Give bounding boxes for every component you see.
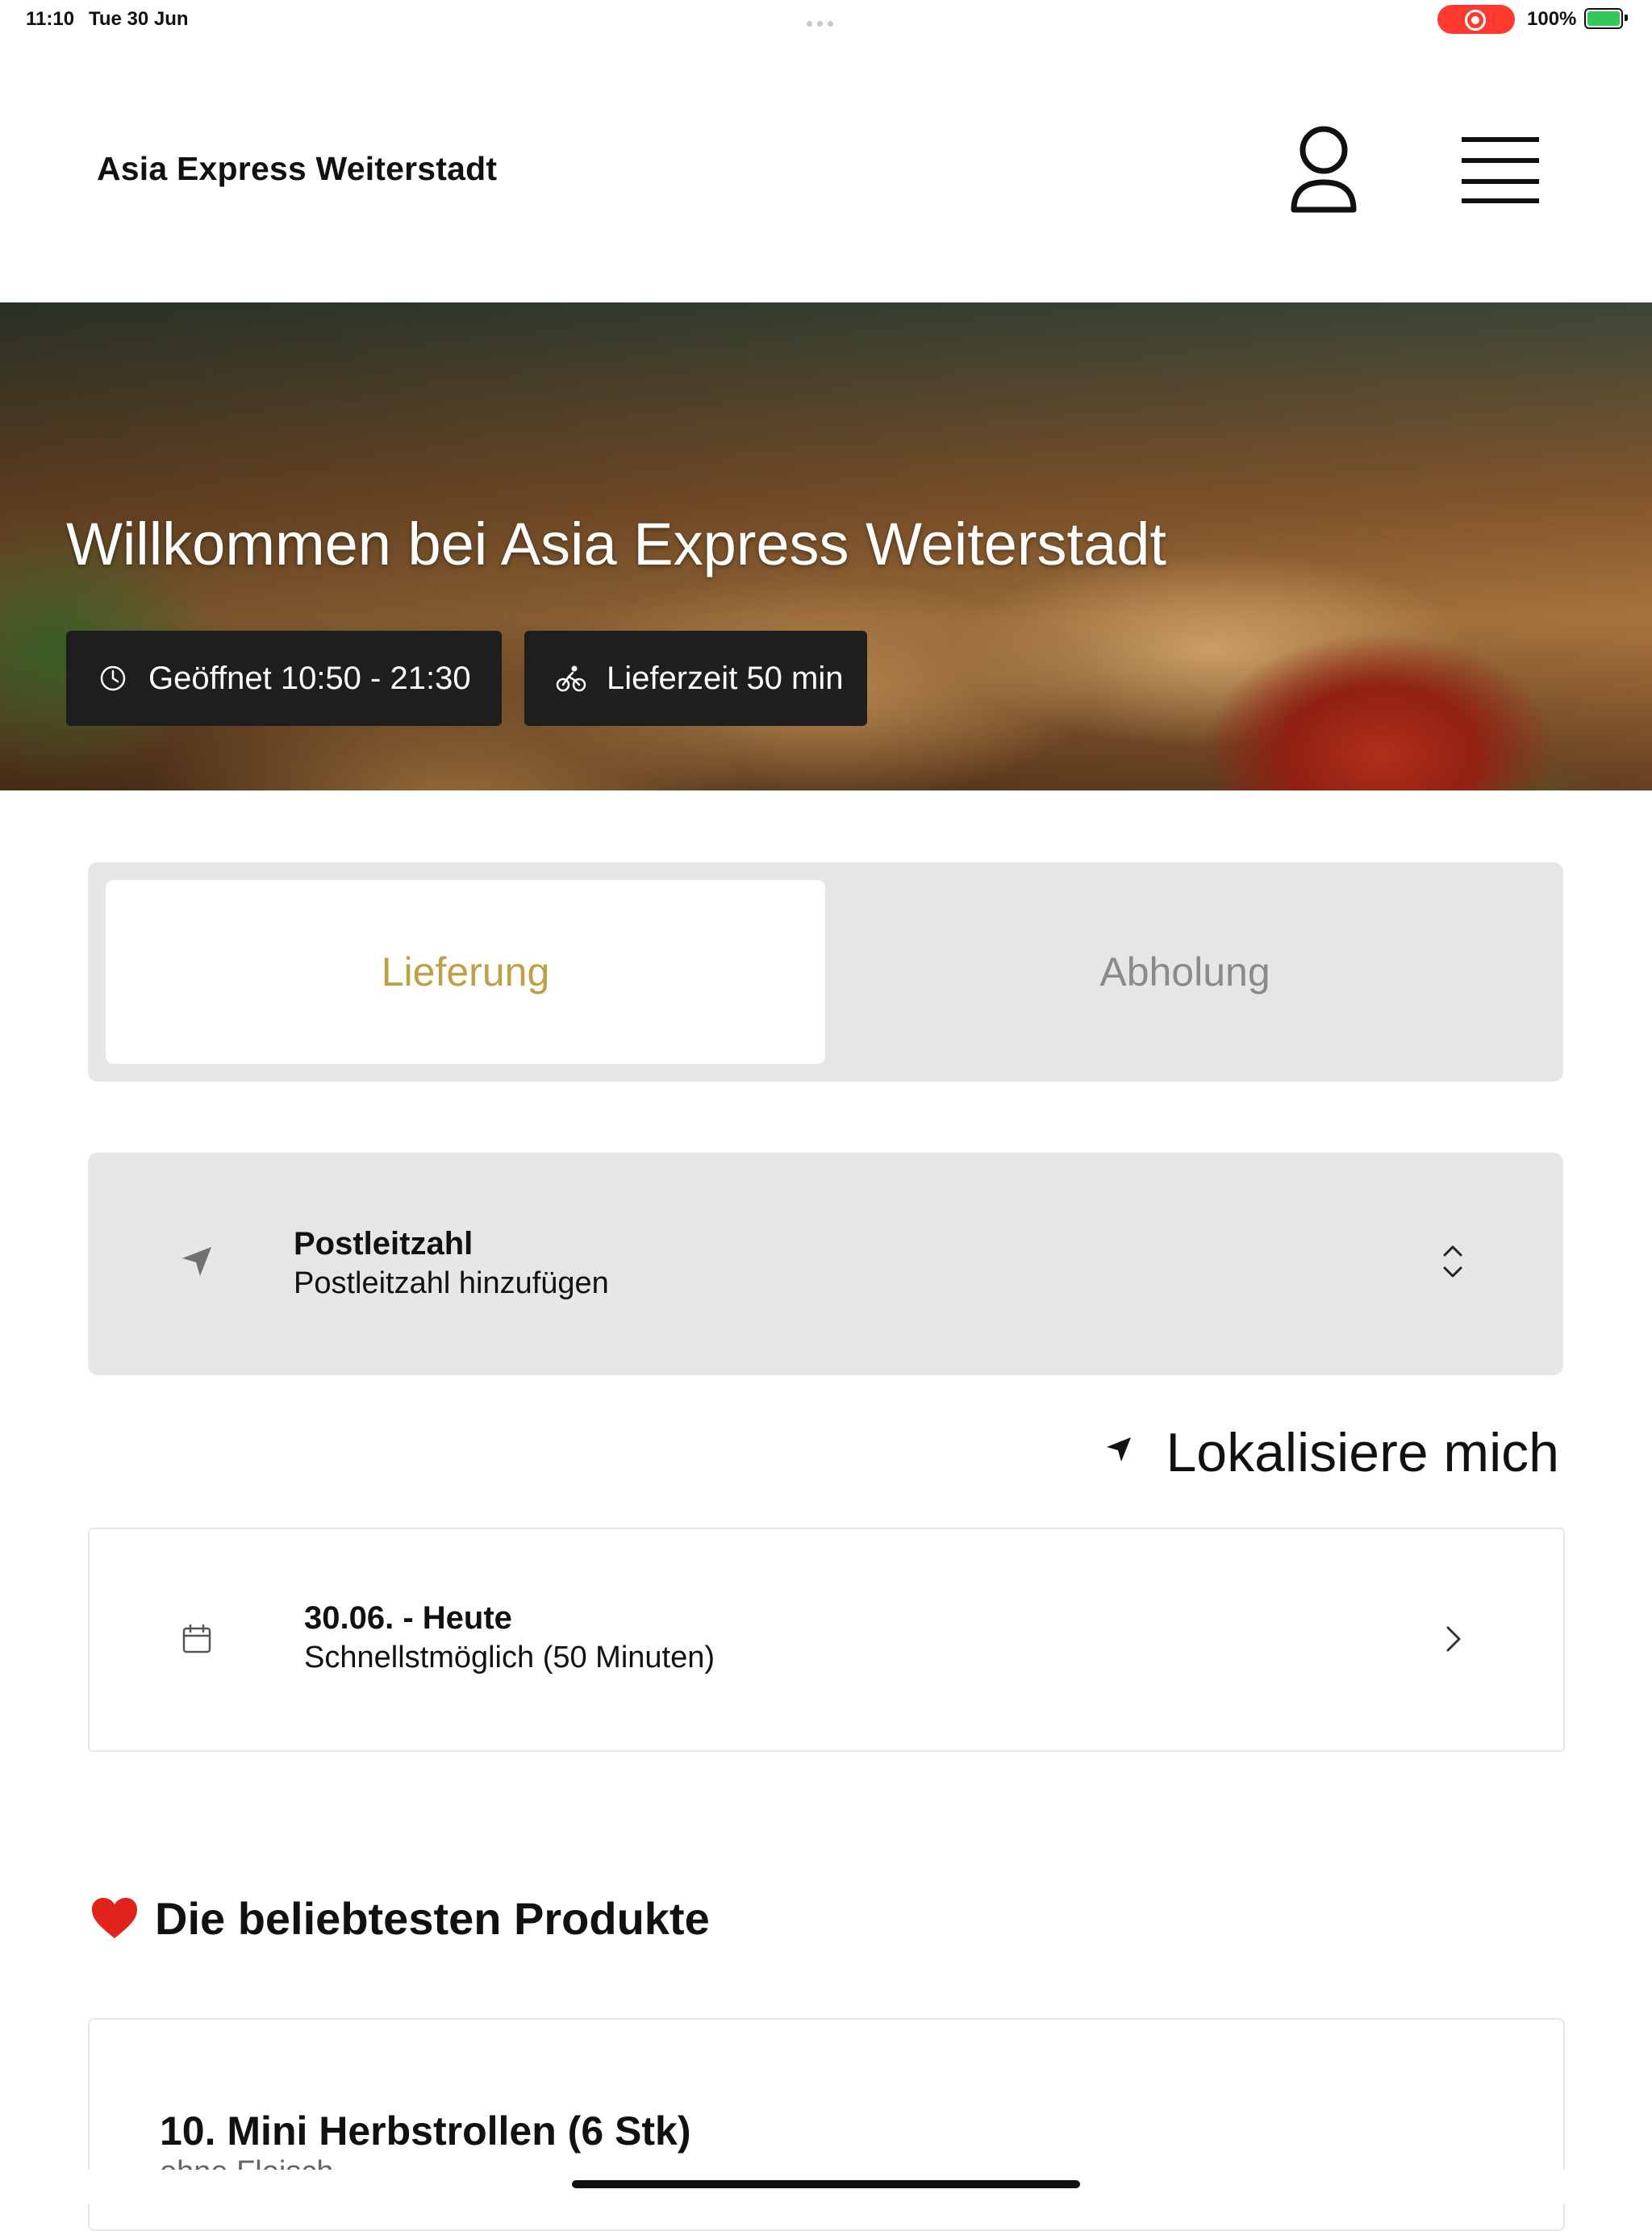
status-time: 11:10 (26, 8, 75, 30)
updown-chevron-icon[interactable] (1441, 1244, 1465, 1279)
delivery-time-label: Lieferzeit 50 min (607, 660, 844, 696)
postcode-selector[interactable] (88, 1153, 1563, 1375)
screen-recording-icon[interactable] (1437, 5, 1515, 34)
opening-hours-badge: Geöffnet 10:50 - 21:30 (66, 631, 502, 726)
location-arrow-icon (182, 1247, 211, 1276)
calendar-icon (182, 1624, 211, 1653)
chevron-right-icon[interactable] (1444, 1624, 1463, 1653)
locate-me-icon[interactable] (1105, 1436, 1133, 1463)
multitasking-dots-icon[interactable] (807, 16, 845, 27)
tab-pickup[interactable]: Abholung (825, 880, 1545, 1064)
delivery-date: 30.06. - Heute (304, 1600, 512, 1636)
brand-title[interactable]: Asia Express Weiterstadt (97, 150, 497, 188)
home-indicator[interactable] (572, 2180, 1080, 2188)
popular-products-heading: Die beliebtesten Produkte (90, 1892, 710, 1945)
battery-percentage: 100% (1527, 8, 1577, 30)
user-icon[interactable] (1287, 126, 1360, 216)
delivery-time-badge: Lieferzeit 50 min (524, 631, 867, 726)
postcode-label: Postleitzahl (294, 1226, 473, 1261)
delivery-time-selector[interactable] (88, 1528, 1565, 1752)
tab-delivery[interactable]: Lieferung (106, 880, 825, 1064)
postcode-placeholder[interactable]: Postleitzahl hinzufügen (294, 1266, 609, 1301)
battery-icon (1584, 8, 1628, 29)
popular-products-title: Die beliebtesten Produkte (155, 1893, 710, 1944)
delivery-time-option: Schnellstmöglich (50 Minuten) (304, 1641, 715, 1674)
product-name[interactable]: 10. Mini Herbstrollen (6 Stk) (160, 2108, 690, 2154)
opening-hours-label: Geöffnet 10:50 - 21:30 (148, 660, 471, 696)
hero-title: Willkommen bei Asia Express Weiterstadt (66, 511, 1166, 578)
bike-icon (556, 665, 586, 692)
clock-icon (100, 665, 126, 691)
status-date: Tue 30 Jun (89, 8, 189, 30)
menu-icon[interactable] (1460, 136, 1541, 205)
heart-icon (92, 1897, 137, 1938)
locate-me-button[interactable]: Lokalisiere mich (1166, 1421, 1559, 1484)
